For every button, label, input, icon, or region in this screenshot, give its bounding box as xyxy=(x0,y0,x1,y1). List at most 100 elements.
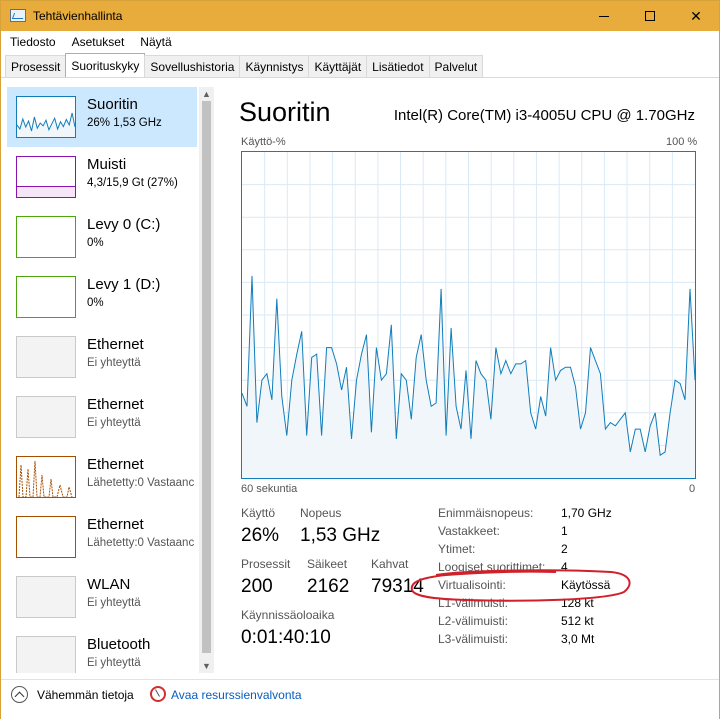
menu-options[interactable]: Asetukset xyxy=(63,32,132,52)
detail-key: Vastakkeet: xyxy=(438,524,500,538)
menu-bar: Tiedosto Asetukset Näytä xyxy=(1,32,719,52)
sidebar-item-ethernet-3[interactable]: Ethernet Lähetetty:0 Vastaanc xyxy=(7,447,197,507)
sidebar-item-value: Ei yhteyttä xyxy=(87,657,141,669)
detail-key: Ytimet: xyxy=(438,542,476,556)
sidebar-item-label: Muisti xyxy=(87,156,127,173)
title-bar[interactable]: Tehtävienhallinta ✕ xyxy=(1,1,719,31)
sidebar-item-value: Lähetetty:0 Vastaanc xyxy=(87,537,195,549)
tab-services[interactable]: Palvelut xyxy=(428,55,484,77)
tab-processes[interactable]: Prosessit xyxy=(5,55,67,77)
bottom-bar: Vähemmän tietoja Avaa resurssienvalvonta xyxy=(1,679,719,719)
ethernet-thumbnail-graph xyxy=(16,516,76,558)
tab-details[interactable]: Lisätiedot xyxy=(366,55,430,77)
processes-label: Prosessit xyxy=(241,557,291,571)
annotation-circle xyxy=(410,569,631,602)
detail-key: Enimmäisnopeus: xyxy=(438,506,534,520)
usage-value: 26% xyxy=(241,525,280,546)
scroll-up-icon[interactable]: ▲ xyxy=(199,87,214,101)
task-manager-icon xyxy=(10,9,26,22)
ethernet-thumbnail-graph xyxy=(16,456,76,498)
memory-fill xyxy=(17,186,75,197)
close-button[interactable]: ✕ xyxy=(673,1,719,31)
detail-value: 1,70 GHz xyxy=(561,506,612,520)
ethernet-thumbnail-graph xyxy=(16,336,76,378)
resource-monitor-icon[interactable] xyxy=(150,686,166,702)
sidebar-item-label: WLAN xyxy=(87,576,131,593)
sidebar-item-value: 26% 1,53 GHz xyxy=(87,117,162,129)
sidebar-item-value: 4,3/15,9 Gt (27%) xyxy=(87,177,178,189)
graph-y-max: 100 % xyxy=(666,136,698,148)
bluetooth-thumbnail-graph xyxy=(16,636,76,673)
sidebar-item-value: Lähetetty:0 Vastaanc xyxy=(87,477,195,489)
chevron-up-icon[interactable] xyxy=(11,686,28,703)
detail-key: L3-välimuisti: xyxy=(438,632,509,646)
detail-value: 512 kt xyxy=(561,614,594,628)
usage-label: Käyttö xyxy=(241,506,276,520)
scrollbar-thumb[interactable] xyxy=(202,101,211,653)
tab-divider xyxy=(1,77,719,78)
tab-startup[interactable]: Käynnistys xyxy=(239,55,310,77)
sidebar-item-ethernet-2[interactable]: Ethernet Ei yhteyttä xyxy=(7,387,197,447)
sidebar-item-label: Ethernet xyxy=(87,396,144,413)
threads-value: 2162 xyxy=(307,576,350,597)
graph-x-end: 0 xyxy=(689,483,696,495)
sidebar-item-value: Ei yhteyttä xyxy=(87,357,141,369)
sidebar-item-label: Bluetooth xyxy=(87,636,151,653)
ethernet-activity-svg xyxy=(18,460,73,497)
resource-list: Suoritin 26% 1,53 GHz Muisti 4,3/15,9 Gt… xyxy=(7,87,197,673)
cpu-thumbnail-graph xyxy=(16,96,76,138)
sidebar-item-label: Levy 1 (D:) xyxy=(87,276,161,293)
maximize-icon xyxy=(645,11,655,21)
cpu-usage-graph xyxy=(241,151,696,479)
detail-value: 1 xyxy=(561,524,568,538)
cpu-thumbnail-svg xyxy=(17,112,75,137)
sidebar-item-value: Ei yhteyttä xyxy=(87,597,141,609)
sidebar-item-value: 0% xyxy=(87,297,104,309)
speed-value: 1,53 GHz xyxy=(300,525,381,546)
window-title: Tehtävienhallinta xyxy=(33,9,123,23)
tab-app-history[interactable]: Sovellushistoria xyxy=(144,55,241,77)
sidebar-item-wlan[interactable]: WLAN Ei yhteyttä xyxy=(7,567,197,627)
scroll-down-icon[interactable]: ▼ xyxy=(199,659,214,673)
task-manager-window: Tehtävienhallinta ✕ Tiedosto Asetukset N… xyxy=(0,0,720,719)
minimize-icon xyxy=(599,15,609,17)
tab-strip: Prosessit Suorituskyky Sovellushistoria … xyxy=(5,53,484,77)
speed-label: Nopeus xyxy=(300,506,342,520)
sidebar-scrollbar[interactable]: ▲ ▼ xyxy=(199,87,214,673)
sidebar-item-value: 0% xyxy=(87,237,104,249)
sidebar-item-cpu[interactable]: Suoritin 26% 1,53 GHz xyxy=(7,87,197,147)
cpu-model: Intel(R) Core(TM) i3-4005U CPU @ 1.70GHz xyxy=(393,107,695,124)
detail-key: L2-välimuisti: xyxy=(438,614,509,628)
minimize-button[interactable] xyxy=(581,1,627,31)
sidebar-item-label: Ethernet xyxy=(87,336,144,353)
sidebar-item-label: Ethernet xyxy=(87,456,144,473)
sidebar-item-ethernet-4[interactable]: Ethernet Lähetetty:0 Vastaanc xyxy=(7,507,197,567)
disk0-thumbnail-graph xyxy=(16,216,76,258)
uptime-value: 0:01:40:10 xyxy=(241,627,331,648)
sidebar-item-label: Levy 0 (C:) xyxy=(87,216,161,233)
menu-file[interactable]: Tiedosto xyxy=(1,32,63,52)
open-resource-monitor-link[interactable]: Avaa resurssienvalvonta xyxy=(171,688,302,702)
handles-label: Kahvat xyxy=(371,557,409,571)
ethernet-thumbnail-graph xyxy=(16,396,76,438)
sidebar-item-bluetooth[interactable]: Bluetooth Ei yhteyttä xyxy=(7,627,197,673)
threads-label: Säikeet xyxy=(307,557,348,571)
sidebar-item-label: Ethernet xyxy=(87,516,144,533)
fewer-details-link[interactable]: Vähemmän tietoja xyxy=(37,688,134,702)
disk1-thumbnail-graph xyxy=(16,276,76,318)
wlan-thumbnail-graph xyxy=(16,576,76,618)
sidebar-item-ethernet-1[interactable]: Ethernet Ei yhteyttä xyxy=(7,327,197,387)
maximize-button[interactable] xyxy=(627,1,673,31)
cpu-thumbnail-area xyxy=(17,113,75,137)
sidebar-item-memory[interactable]: Muisti 4,3/15,9 Gt (27%) xyxy=(7,147,197,207)
close-icon: ✕ xyxy=(690,7,702,24)
sidebar-item-disk0[interactable]: Levy 0 (C:) 0% xyxy=(7,207,197,267)
sidebar-item-disk1[interactable]: Levy 1 (D:) 0% xyxy=(7,267,197,327)
detail-value: 3,0 Mt xyxy=(561,632,595,646)
sidebar-item-value: Ei yhteyttä xyxy=(87,417,141,429)
graph-x-label: 60 sekuntia xyxy=(241,483,298,495)
menu-view[interactable]: Näytä xyxy=(131,32,178,52)
page-title: Suoritin xyxy=(239,97,331,127)
tab-performance[interactable]: Suorituskyky xyxy=(65,53,146,77)
tab-users[interactable]: Käyttäjät xyxy=(308,55,368,77)
